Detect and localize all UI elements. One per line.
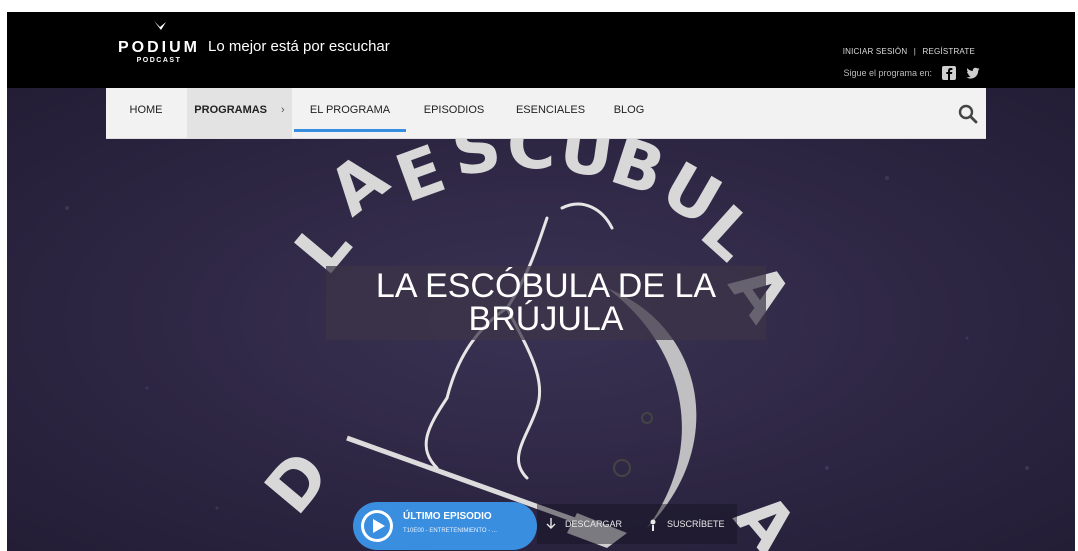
- auth-links: INICIAR SESIÓN | REGÍSTRATE: [843, 47, 975, 56]
- main-nav: HOME PROGRAMAS › EL PROGRAMA EPISODIOS ES…: [106, 88, 986, 139]
- program-title: LA ESCÓBULA DE LA BRÚJULA: [326, 266, 766, 340]
- program-hero: L A E S C U B U L A D A: [7, 88, 1075, 551]
- logo-text: PODIUM: [118, 39, 200, 56]
- search-icon[interactable]: [958, 104, 978, 124]
- program-title-line2: BRÚJULA: [468, 300, 624, 338]
- follow-label: Sigue el programa en:: [843, 68, 932, 78]
- site-frame: PODIUM PODCAST Lo mejor está por escucha…: [7, 12, 1075, 551]
- episode-actions: DESCARGAR SUSCRÍBETE: [537, 504, 737, 544]
- nav-item-home[interactable]: HOME: [106, 88, 186, 138]
- latest-episode-label: ÚLTIMO EPISODIO: [403, 511, 492, 522]
- download-icon: [546, 518, 556, 529]
- logo-subtext: PODCAST: [136, 57, 182, 64]
- latest-episode-button[interactable]: ÚLTIMO EPISODIO T10E00 - ENTRETENIMIENTO…: [353, 502, 537, 550]
- bird-logo-icon: [154, 21, 166, 30]
- register-link[interactable]: REGÍSTRATE: [922, 47, 975, 56]
- site-header: PODIUM PODCAST Lo mejor está por escucha…: [7, 12, 1075, 88]
- nav-item-label: ESENCIALES: [515, 104, 586, 116]
- nav-item-el-programa[interactable]: EL PROGRAMA: [294, 88, 406, 138]
- twitter-icon[interactable]: [966, 66, 980, 80]
- breadcrumb-arrow: ›: [281, 104, 285, 116]
- nav-item-programas[interactable]: PROGRAMAS ›: [187, 88, 292, 138]
- nav-item-label: BLOG: [613, 104, 645, 116]
- subscribe-button[interactable]: SUSCRÍBETE: [647, 516, 725, 532]
- page: PODIUM PODCAST Lo mejor está por escucha…: [0, 0, 1078, 551]
- latest-episode-subtitle: T10E00 - ENTRETENIMIENTO - ...: [403, 528, 497, 534]
- download-button[interactable]: DESCARGAR: [545, 516, 622, 532]
- tagline: Lo mejor está por escuchar: [208, 38, 390, 55]
- play-icon[interactable]: [359, 508, 395, 544]
- program-title-line1: LA ESCÓBULA DE LA: [375, 267, 717, 305]
- active-tab-indicator: [294, 129, 406, 132]
- nav-item-blog[interactable]: BLOG: [599, 88, 659, 138]
- login-link[interactable]: INICIAR SESIÓN: [843, 47, 908, 56]
- nav-item-label: HOME: [129, 104, 163, 116]
- nav-item-label: PROGRAMAS: [194, 104, 268, 116]
- subscribe-label: SUSCRÍBETE: [667, 519, 725, 529]
- download-label: DESCARGAR: [565, 519, 623, 529]
- podcast-icon: [650, 519, 656, 531]
- nav-item-episodios[interactable]: EPISODIOS: [409, 88, 499, 138]
- nav-item-esenciales[interactable]: ESENCIALES: [503, 88, 598, 138]
- social-follow: Sigue el programa en:: [843, 66, 980, 80]
- podium-logo[interactable]: PODIUM PODCAST: [114, 19, 204, 69]
- nav-item-label: EPISODIOS: [423, 104, 485, 116]
- auth-separator: |: [913, 47, 917, 56]
- nav-item-label: EL PROGRAMA: [309, 104, 391, 116]
- facebook-icon[interactable]: [942, 66, 956, 80]
